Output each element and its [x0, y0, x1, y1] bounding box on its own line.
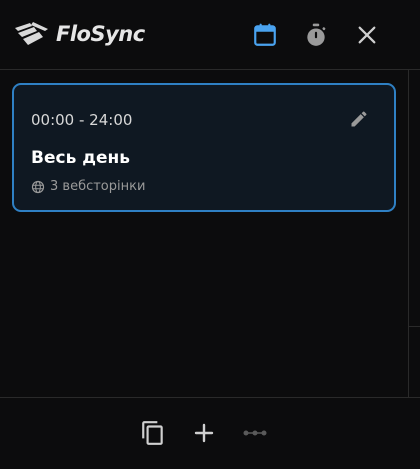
edit-schedule-button[interactable] [347, 107, 371, 131]
pencil-icon [351, 111, 367, 127]
calendar-icon [254, 23, 276, 46]
more-horizontal-icon [243, 430, 267, 436]
stopwatch-button[interactable] [300, 19, 332, 51]
schedule-time-range: 00:00 - 24:00 [31, 111, 133, 129]
scrollbar-thumb[interactable] [409, 70, 420, 327]
schedule-card[interactable]: 00:00 - 24:00 Весь день 3 вебсторінки [12, 83, 396, 212]
close-button[interactable] [351, 19, 383, 51]
calendar-button[interactable] [249, 19, 281, 51]
stopwatch-icon [307, 23, 326, 46]
plus-icon [194, 423, 214, 443]
app-header: FloSync [0, 0, 420, 70]
more-options-button[interactable] [240, 418, 270, 448]
schedule-title: Весь день [31, 148, 130, 168]
app-logo: FloSync [14, 18, 145, 50]
copy-button[interactable] [138, 418, 168, 448]
schedule-sites-label: 3 вебсторінки [50, 179, 146, 194]
globe-icon [31, 180, 45, 193]
schedule-sites: 3 вебсторінки [31, 179, 145, 194]
footer-toolbar [0, 397, 420, 469]
copy-icon [142, 421, 163, 445]
add-schedule-button[interactable] [189, 418, 219, 448]
close-icon [358, 26, 376, 44]
app-name: FloSync [56, 22, 145, 46]
scrollbar[interactable] [408, 70, 420, 397]
flosync-logo-icon [15, 22, 48, 45]
schedule-list: 00:00 - 24:00 Весь день 3 вебсторінки [0, 70, 408, 397]
